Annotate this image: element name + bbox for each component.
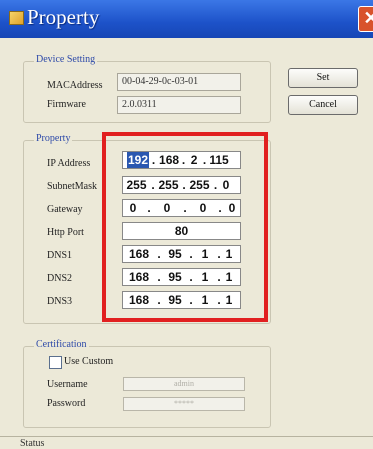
mac-address-field: 00-04-29-0c-03-01 <box>117 73 241 91</box>
close-button[interactable]: ✕ <box>358 6 373 32</box>
app-icon <box>9 11 24 25</box>
dns1-label: DNS1 <box>47 250 73 261</box>
use-custom-label: Use Custom <box>64 356 114 367</box>
dns2-label: DNS2 <box>47 273 73 284</box>
status-label: Status <box>20 438 45 449</box>
use-custom-checkbox[interactable] <box>49 356 62 369</box>
status-bar: Status <box>0 436 373 449</box>
subnet-mask-label: SubnetMask <box>47 181 97 192</box>
certification-label: Certification <box>34 339 89 350</box>
mac-address-label: MACAddress <box>47 80 103 91</box>
property-label: Property <box>34 133 73 144</box>
dns3-label: DNS3 <box>47 296 73 307</box>
title-bar[interactable]: Property ✕ <box>0 0 373 38</box>
set-button[interactable]: Set <box>288 68 358 88</box>
property-dialog: Property ✕ Device Setting MACAddress 00-… <box>0 0 373 449</box>
device-setting-label: Device Setting <box>34 54 98 65</box>
username-label: Username <box>47 379 88 390</box>
ip-address-label: IP Address <box>47 158 91 169</box>
http-port-label: Http Port <box>47 227 84 238</box>
cancel-button[interactable]: Cancel <box>288 95 358 115</box>
firmware-field: 2.0.0311 <box>117 96 241 114</box>
firmware-label: Firmware <box>47 99 86 110</box>
window-title: Property <box>27 5 100 29</box>
password-label: Password <box>47 398 86 409</box>
password-field[interactable]: ***** <box>123 397 245 411</box>
username-field[interactable]: admin <box>123 377 245 391</box>
gateway-label: Gateway <box>47 204 83 215</box>
highlight-box <box>102 132 268 322</box>
